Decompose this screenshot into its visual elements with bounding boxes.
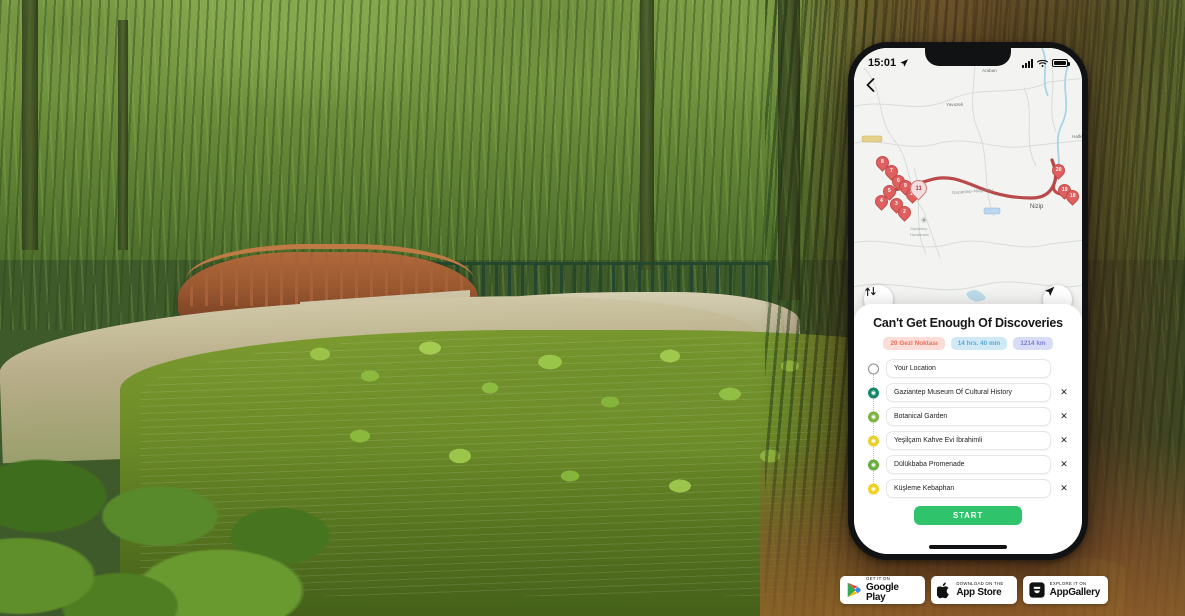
location-arrow-icon: [900, 59, 909, 67]
map-marker-label: 5: [888, 188, 891, 194]
museum-icon: ◉: [868, 387, 879, 398]
list-item[interactable]: ◉ Botanical Garden ✕: [868, 407, 1070, 426]
map-marker-label: 2: [903, 209, 906, 215]
remove-stop-button[interactable]: ✕: [1058, 484, 1070, 493]
promo-scene: Araban Yavuzeli Halfeti Nizip Gaziantep–…: [0, 0, 1185, 616]
phone-mockup: Araban Yavuzeli Halfeti Nizip Gaziantep–…: [848, 42, 1088, 560]
stop-marker-current-location: [868, 363, 879, 374]
stop-name-field[interactable]: Yeşilçam Kahve Evi İbrahimli: [886, 431, 1051, 450]
map-marker-label: 3: [895, 201, 898, 207]
svg-text:Halfeti: Halfeti: [1072, 134, 1082, 139]
app-store-subtitle: Download on the: [956, 581, 1004, 587]
foreground-foliage-left: [0, 376, 360, 616]
map-marker-label: 7: [890, 168, 893, 174]
badge-stop-count: 20 Gezi Noktası: [883, 337, 945, 350]
map-marker-label: 11: [915, 185, 922, 192]
map-marker-label: 8: [881, 159, 884, 165]
battery-icon: [1052, 59, 1070, 67]
chevron-left-icon: [866, 78, 875, 92]
stop-name-field[interactable]: Dülükbaba Promenade: [886, 455, 1051, 474]
remove-stop-button[interactable]: ✕: [1058, 460, 1070, 469]
status-time: 15:01: [868, 57, 897, 69]
stop-marker: ◉: [866, 457, 881, 472]
list-item[interactable]: ◉ Yeşilçam Kahve Evi İbrahimli ✕: [868, 431, 1070, 450]
map-marker-label: 18: [1069, 193, 1076, 199]
tree-trunk: [118, 20, 128, 250]
reorder-stops-icon: [865, 286, 876, 297]
route-badges: 20 Gezi Noktası 14 hrs. 40 min 1214 km: [866, 337, 1070, 350]
map-view[interactable]: Araban Yavuzeli Halfeti Nizip Gaziantep–…: [854, 48, 1082, 336]
svg-text:Gaziantep: Gaziantep: [910, 227, 927, 231]
google-play-badge[interactable]: GET IT ON Google Play: [840, 576, 926, 604]
google-play-title: Google Play: [866, 581, 899, 603]
phone-screen: Araban Yavuzeli Halfeti Nizip Gaziantep–…: [854, 48, 1082, 554]
appgallery-subtitle: EXPLORE IT ON: [1049, 581, 1087, 587]
badge-distance: 1214 km: [1013, 337, 1053, 350]
navigation-arrow-icon: [1044, 286, 1055, 297]
badge-duration: 14 hrs. 40 min: [950, 337, 1008, 350]
promenade-icon: ◉: [868, 459, 879, 470]
stop-marker: ◉: [866, 385, 881, 400]
google-play-icon: [846, 582, 861, 598]
map-marker-label: 9: [904, 183, 907, 189]
tree-trunk: [22, 0, 38, 250]
svg-text:Nizip: Nizip: [1030, 204, 1044, 210]
remove-stop-button[interactable]: ✕: [1058, 412, 1070, 421]
list-item[interactable]: ◉ Küşleme Kebaphan ✕: [868, 479, 1070, 498]
apple-icon: [937, 582, 951, 599]
list-item[interactable]: ◉ Gaziantep Museum Of Cultural History ✕: [868, 383, 1070, 402]
route-title: Can't Get Enough Of Discoveries: [873, 316, 1063, 330]
back-button[interactable]: [866, 78, 886, 98]
list-item[interactable]: ◉ Dülükbaba Promenade ✕: [868, 455, 1070, 474]
status-bar-left: 15:01: [868, 57, 909, 69]
stop-marker: ◉: [866, 409, 881, 424]
garden-icon: ◉: [868, 411, 879, 422]
appgallery-title: AppGallery: [1049, 586, 1101, 598]
route-sheet: Can't Get Enough Of Discoveries 20 Gezi …: [854, 304, 1082, 554]
store-badges: GET IT ON Google Play Download on the Ap…: [840, 576, 1108, 604]
svg-text:Yavuzeli: Yavuzeli: [946, 102, 963, 107]
start-button[interactable]: START: [914, 506, 1022, 525]
cafe-icon: ◉: [868, 435, 879, 446]
home-indicator: [929, 545, 1007, 549]
appgallery-text: EXPLORE IT ON AppGallery: [1049, 581, 1101, 598]
stop-marker: ◉: [866, 481, 881, 496]
stop-list: Your Location ✕ ◉ Gaziantep Museum Of Cu…: [866, 359, 1070, 498]
stop-name-field[interactable]: Gaziantep Museum Of Cultural History: [886, 383, 1051, 402]
stop-name-field[interactable]: Botanical Garden: [886, 407, 1051, 426]
app-store-badge[interactable]: Download on the App Store: [931, 576, 1017, 604]
restaurant-icon: ◉: [868, 483, 879, 494]
stop-name-field[interactable]: Your Location: [886, 359, 1051, 378]
map-marker-label: 20: [1055, 167, 1062, 173]
stop-name-field[interactable]: Küşleme Kebaphan: [886, 479, 1051, 498]
cellular-signal-icon: [1022, 58, 1033, 68]
wifi-icon: [1037, 59, 1048, 67]
google-play-subtitle: GET IT ON: [866, 576, 891, 582]
appgallery-badge[interactable]: EXPLORE IT ON AppGallery: [1022, 576, 1108, 604]
google-play-text: GET IT ON Google Play: [866, 576, 919, 603]
list-item[interactable]: Your Location ✕: [868, 359, 1070, 378]
status-bar-right: [1022, 58, 1070, 68]
map-marker-label: 4: [880, 198, 883, 204]
remove-stop-button[interactable]: ✕: [1058, 436, 1070, 445]
svg-text:Havalimanı: Havalimanı: [910, 233, 929, 237]
remove-stop-button[interactable]: ✕: [1058, 388, 1070, 397]
app-store-title: App Store: [956, 586, 1002, 598]
phone-notch: [925, 48, 1011, 66]
tree-trunk: [640, 0, 654, 270]
appgallery-icon: [1029, 582, 1045, 598]
app-store-text: Download on the App Store: [956, 581, 1004, 598]
stop-marker: ◉: [866, 433, 881, 448]
